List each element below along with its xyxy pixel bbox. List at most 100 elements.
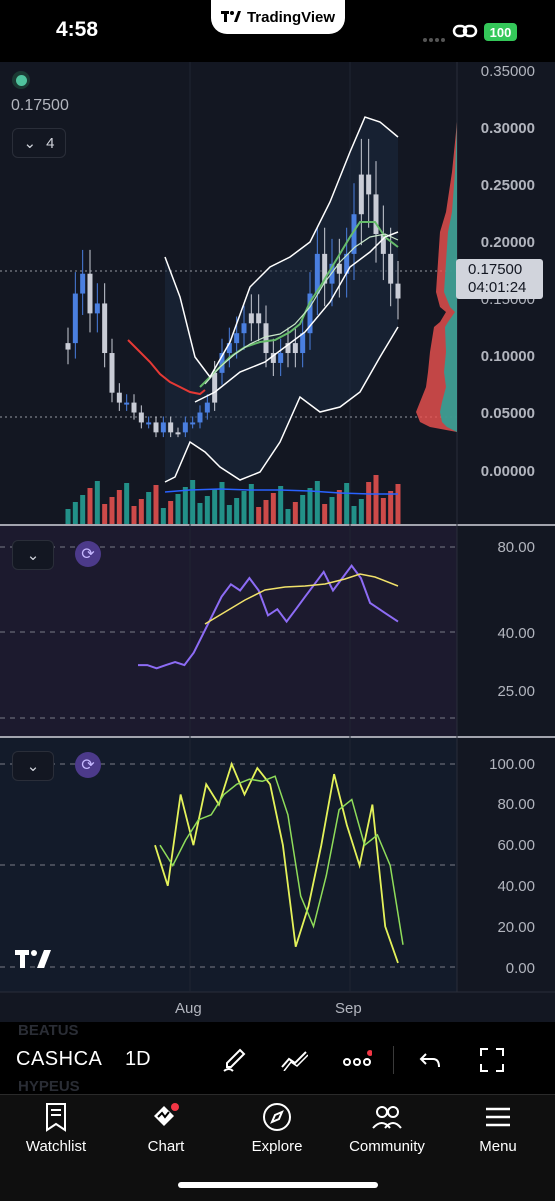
volume-bar [314,481,320,524]
stoch-axis-label: 60.00 [497,837,535,854]
market-status-icon[interactable] [12,71,30,89]
volume-bar [270,493,276,524]
volume-bar [175,494,181,524]
volume-bar [278,486,284,524]
tab-label: Chart [147,1138,185,1155]
candle-body [366,174,372,195]
candle-body [138,412,144,423]
candle-body [292,343,298,354]
tradingview-logo-icon [220,11,241,22]
volume-bar [256,507,262,524]
volume-bar [241,491,247,524]
tradingview-pill: TradingView [211,0,345,34]
tab-label: Watchlist [25,1138,87,1155]
rsi-sync-button[interactable]: ⟳ [75,541,101,567]
compass-icon [227,1100,327,1134]
chevron-down-icon: ⌄ [23,135,37,152]
candle-body [168,422,174,433]
symbol-prev[interactable]: BEATUS [18,1022,79,1039]
link-icon [452,22,478,45]
volume-bar [80,495,86,524]
current-price: 0.17500 [468,261,523,278]
candle-body [72,293,78,344]
tab-community[interactable]: Community [337,1100,437,1155]
trend-line-icon[interactable] [276,1042,312,1078]
candle-body [395,283,401,299]
volume-bar [65,509,71,524]
volume-bar [124,483,130,524]
more-icon[interactable] [339,1042,375,1078]
volume-bar [329,497,335,524]
bar-countdown: 04:01:24 [468,279,527,296]
candle-body [160,422,166,433]
candle-body [358,174,364,215]
volume-bar [131,506,137,524]
tab-explore[interactable]: Explore [227,1100,327,1155]
volume-bar [102,504,108,524]
stoch-sync-button[interactable]: ⟳ [75,752,101,778]
community-icon [337,1100,437,1134]
candle-body [102,303,108,354]
price-axis-label: 0.00000 [480,463,535,480]
rsi-axis-label: 25.00 [497,683,535,700]
undo-icon[interactable] [412,1042,448,1078]
candle-body [94,303,100,314]
stoch-axis-label: 80.00 [497,796,535,813]
volume-bar [197,503,203,524]
price-axis-label: 0.30000 [480,120,535,137]
volume-bar [138,499,144,524]
volume-bar [344,483,350,524]
candle-body [109,353,115,393]
candle-body [116,392,122,403]
candle-body [124,402,130,405]
tab-watchlist[interactable]: Watchlist [6,1100,106,1155]
candle-body [204,402,210,413]
symbol-next[interactable]: HYPEUS [18,1078,80,1095]
fullscreen-icon[interactable] [474,1042,510,1078]
volume-bar [380,498,386,524]
date-axis-label: Aug [175,1000,202,1017]
volume-bar [226,505,232,524]
volume-bar [116,490,122,524]
volume-bar [351,506,357,524]
watchlist-icon [6,1100,106,1134]
candle-body [65,343,71,350]
brush-icon[interactable] [216,1042,252,1078]
candle-body [248,313,254,324]
volume-bar [234,498,240,524]
volume-bar [373,475,379,524]
volume-bar [366,482,372,524]
tab-chart[interactable]: Chart [116,1100,216,1155]
volume-bar [395,484,401,524]
current-price-badge: 0.17500 04:01:24 [456,259,543,299]
volume-bar [146,492,152,524]
volume-bar [204,496,210,524]
candle-body [146,422,152,425]
volume-bar [358,499,364,524]
stoch-collapse-button[interactable]: ⌄ [12,751,54,781]
candle-body [80,273,86,294]
rsi-collapse-button[interactable]: ⌄ [12,540,54,570]
sync-icon: ⟳ [81,546,95,563]
indicator-count: 4 [46,134,55,152]
volume-bar [153,485,159,524]
interval-button[interactable]: 1D [125,1048,151,1071]
symbol-name[interactable]: CASHCA [16,1048,102,1071]
indicators-toggle-button[interactable]: ⌄ 4 [12,128,66,158]
candle-body [373,194,379,235]
chevron-down-icon: ⌄ [26,758,40,775]
volume-bar [72,502,78,524]
rsi-axis-label: 40.00 [497,625,535,642]
tab-label: Menu [479,1138,517,1155]
candle-body [212,372,218,403]
candle-body [388,253,394,284]
volume-bar [336,490,342,524]
price-axis-label: 0.25000 [480,177,535,194]
volume-bar [292,502,298,524]
tab-menu[interactable]: Menu [448,1100,548,1155]
volume-bar [285,509,291,524]
tab-label: Explore [251,1138,303,1155]
candle-body [153,422,159,433]
price-axis-label: 0.20000 [480,234,535,251]
candle-body [190,422,196,425]
